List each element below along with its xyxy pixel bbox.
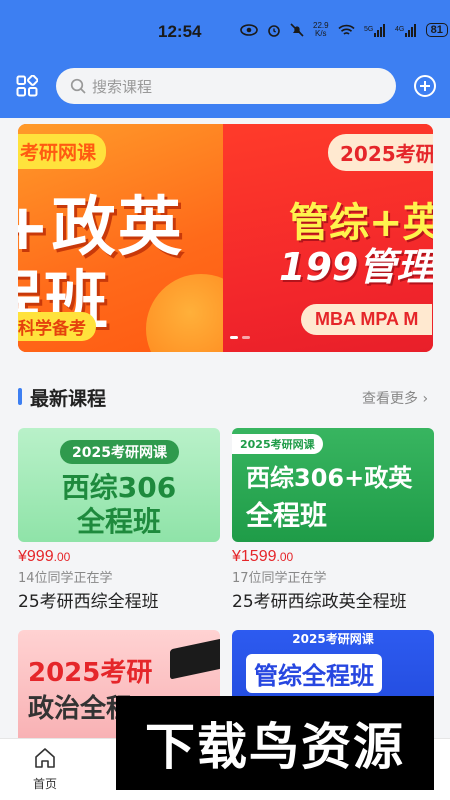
5g-signal-icon: 5G xyxy=(364,23,385,37)
view-more-label: 查看更多 xyxy=(362,391,418,407)
net-speed: 22.9 K/s xyxy=(313,22,329,38)
course-price: ¥999.00 xyxy=(18,548,220,566)
net-speed-unit: K/s xyxy=(315,29,327,38)
banner-a-sub: 科学备考 xyxy=(18,312,96,341)
course-card[interactable]: 2025考研网课 西综306+政英 全程班 ¥1599.00 17位同学正在学 … xyxy=(232,428,434,612)
course-thumbnail[interactable]: 2025考研网课 西综306 全程班 xyxy=(18,428,220,542)
status-bar: 12:54 22.9 K/s 5G 4G 81 xyxy=(0,0,450,62)
course-name[interactable]: 25考研西综政英全程班 xyxy=(232,587,434,612)
course-thumbnail[interactable]: 2025考研网课 西综306+政英 全程班 xyxy=(232,428,434,542)
section-accent-bar xyxy=(18,388,22,405)
thumb-line1: 管综全程班 xyxy=(246,654,382,693)
add-circle-icon[interactable] xyxy=(413,74,437,98)
thumb-line2: 全程班 xyxy=(76,505,161,538)
home-icon xyxy=(35,748,55,768)
4g-signal-icon: 4G xyxy=(395,23,416,37)
carousel-dot xyxy=(230,336,238,339)
banner-slide-a[interactable]: 考研网课 +政英 程班 科学备考 xyxy=(18,124,223,352)
decorative-ball xyxy=(146,274,223,352)
banner-b-line2: 199管理 xyxy=(279,245,433,289)
chevron-right-icon: › xyxy=(422,391,429,407)
header-bar: 12:54 22.9 K/s 5G 4G 81 搜索课程 xyxy=(0,0,450,118)
thumb-top: 2025考研网课 xyxy=(292,632,374,646)
graduation-cap-icon xyxy=(170,638,220,680)
course-price: ¥1599.00 xyxy=(232,548,434,566)
watermark-overlay: 下载鸟资源 xyxy=(116,696,434,790)
status-icons: 22.9 K/s 5G 4G 81 xyxy=(240,22,448,38)
price-main: 999 xyxy=(26,548,54,565)
learner-count: 17位同学正在学 xyxy=(232,571,327,586)
search-input[interactable]: 搜索课程 xyxy=(56,68,396,104)
course-name[interactable]: 25考研西综全程班 xyxy=(18,587,220,612)
price-symbol: ¥ xyxy=(18,548,27,565)
course-card[interactable]: 2025考研网课 西综306 全程班 ¥999.00 14位同学正在学 25考研… xyxy=(18,428,220,612)
price-cents: .00 xyxy=(53,550,71,564)
mute-icon xyxy=(290,23,304,37)
price-symbol: ¥ xyxy=(232,548,241,565)
eye-icon xyxy=(240,24,258,36)
price-main: 1599 xyxy=(240,548,277,565)
wifi-icon xyxy=(337,24,355,35)
nav-item-home[interactable]: 首页 xyxy=(20,747,70,792)
thumb-line2: 全程班 xyxy=(246,501,327,532)
status-time: 12:54 xyxy=(158,22,202,41)
banner-a-tag: 考研网课 xyxy=(18,134,107,169)
banner-b-strip: MBA MPA M xyxy=(301,304,433,335)
battery-level: 81 xyxy=(425,23,448,37)
learner-count: 14位同学正在学 xyxy=(18,571,113,586)
banner-b-tag: 2025考研 xyxy=(328,134,433,171)
thumb-line1: 2025考研 xyxy=(28,658,153,688)
promo-banner-carousel[interactable]: 考研网课 +政英 程班 科学备考 2025考研 管综+英 199管理 MBA M… xyxy=(18,124,433,352)
search-placeholder: 搜索课程 xyxy=(92,77,153,96)
thumb-line1: 西综306+政英 xyxy=(246,464,413,492)
carousel-indicator xyxy=(230,336,250,339)
section-title: 最新课程 xyxy=(30,388,107,410)
watermark-text: 下载鸟资源 xyxy=(145,718,405,776)
thumb-pill: 2025考研网课 xyxy=(60,440,179,464)
svg-text:4G: 4G xyxy=(395,26,404,33)
carousel-dot xyxy=(242,336,250,339)
svg-text:5G: 5G xyxy=(364,26,373,33)
view-more-link[interactable]: 查看更多 › xyxy=(362,388,428,408)
app-screen: 12:54 22.9 K/s 5G 4G 81 搜索课程 考研网课 +政英 班 … xyxy=(0,0,450,800)
nav-home-label: 首页 xyxy=(32,777,57,791)
alarm-icon xyxy=(268,25,280,37)
category-grid-icon[interactable] xyxy=(16,75,38,97)
search-icon xyxy=(70,78,86,94)
banner-slide-b[interactable]: 2025考研 管综+英 199管理 MBA MPA M xyxy=(223,124,433,352)
thumb-pill: 2025考研网课 xyxy=(232,434,323,454)
price-cents: .00 xyxy=(276,550,294,564)
